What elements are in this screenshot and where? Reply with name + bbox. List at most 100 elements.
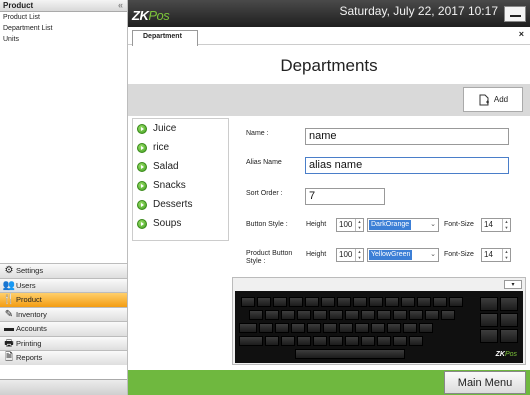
keyboard-spacebar[interactable] [295,349,405,359]
sort-order-field[interactable]: 7 [305,188,385,205]
sidebar-link-product-list[interactable]: Product List [0,12,127,23]
collapse-sidebar-icon[interactable]: « [118,0,123,10]
keyboard-key[interactable] [339,323,353,333]
keyboard-key[interactable] [361,310,375,320]
alias-name-field[interactable]: alias name [305,157,509,174]
list-item[interactable]: Salad [133,157,228,176]
keyboard-key[interactable] [281,310,295,320]
tab-department[interactable]: Department [132,30,198,46]
product-color-select[interactable]: YellowGreen ⌄ [367,248,439,262]
keyboard-nav-key[interactable] [480,313,498,327]
name-field[interactable]: name [305,128,509,145]
keyboard-key[interactable] [265,310,279,320]
list-item[interactable]: Juice [133,119,228,138]
keyboard-nav-key[interactable] [500,313,518,327]
keyboard-key[interactable] [353,297,367,307]
keyboard-key[interactable] [441,310,455,320]
list-item[interactable]: Desserts [133,195,228,214]
keyboard-key[interactable] [419,323,433,333]
stepper-arrows-icon[interactable]: ▲ ▼ [502,219,510,231]
keyboard-key[interactable] [337,297,351,307]
app-window: Product « Product List Department List U… [0,0,530,395]
stepper-arrows-icon[interactable]: ▲ ▼ [502,249,510,261]
nav-item-reports[interactable]: 🗎 Reports [0,350,127,365]
keyboard-key[interactable] [297,336,311,346]
users-icon: 👥 [2,279,16,291]
keyboard-key[interactable] [273,297,287,307]
add-button[interactable]: Add [463,87,523,112]
stepper-arrows-icon[interactable]: ▲ ▼ [355,219,363,231]
list-item[interactable]: Soups [133,214,228,233]
keyboard-key[interactable] [313,310,327,320]
nav-item-settings[interactable]: ⚙ Settings [0,263,127,278]
keyboard-nav-key[interactable] [480,329,498,343]
keyboard-key[interactable] [433,297,447,307]
keyboard-key[interactable] [289,297,303,307]
keyboard-key[interactable] [449,297,463,307]
sidebar-link-department-list[interactable]: Department List [0,23,127,34]
keyboard-key[interactable] [393,336,407,346]
keyboard-nav-key[interactable] [500,297,518,311]
keyboard-key[interactable] [403,323,417,333]
keyboard-key[interactable] [257,297,271,307]
keyboard-key[interactable] [291,323,305,333]
keyboard-key[interactable] [321,297,335,307]
keyboard-key[interactable] [345,310,359,320]
keyboard-key[interactable] [307,323,321,333]
keyboard-key[interactable] [377,310,391,320]
keyboard-key[interactable] [369,297,383,307]
keyboard-key[interactable] [417,297,431,307]
keyboard-key[interactable] [345,336,359,346]
list-item[interactable]: rice [133,138,228,157]
keyboard-key[interactable] [329,310,343,320]
keyboard-key[interactable] [239,323,257,333]
keyboard-key[interactable] [387,323,401,333]
minimize-icon [510,15,521,17]
department-list: Juice rice Salad Snacks Desserts Soups [132,118,229,241]
keyboard-key[interactable] [259,323,273,333]
nav-item-users[interactable]: 👥 Users [0,277,127,292]
product-height-stepper[interactable]: 100 ▲ ▼ [336,248,364,262]
button-color-select[interactable]: DarkOrange ⌄ [367,218,439,232]
keyboard-key[interactable] [239,336,263,346]
keyboard-key[interactable] [323,323,337,333]
keyboard-key[interactable] [313,336,327,346]
list-item[interactable]: Snacks [133,176,228,195]
stepper-arrows-icon[interactable]: ▲ ▼ [355,249,363,261]
nav-item-printing[interactable]: 🖶 Printing [0,335,127,350]
nav-item-accounts[interactable]: ▬ Accounts [0,321,127,336]
font-size-label: Font-Size [444,221,474,228]
keyboard-nav-key[interactable] [480,297,498,311]
minimize-button[interactable] [504,6,526,22]
keyboard-key[interactable] [425,310,439,320]
keyboard-key[interactable] [241,297,255,307]
keyboard-key[interactable] [393,310,407,320]
keyboard-key[interactable] [409,336,423,346]
keyboard-key[interactable] [377,336,391,346]
keyboard-key[interactable] [355,323,369,333]
keyboard-key[interactable] [329,336,343,346]
keyboard-key[interactable] [297,310,311,320]
keyboard-toggle-icon[interactable]: ▾ [504,280,522,289]
keyboard-key[interactable] [401,297,415,307]
nav-item-inventory[interactable]: ✎ Inventory [0,306,127,321]
nav-item-product[interactable]: 🍴 Product [0,292,127,307]
keyboard-nav-key[interactable] [500,329,518,343]
main-menu-button[interactable]: Main Menu [444,371,526,394]
button-height-stepper[interactable]: 100 ▲ ▼ [336,218,364,232]
product-font-size-stepper[interactable]: 14 ▲ ▼ [481,248,511,262]
close-tab-icon[interactable]: × [519,29,524,39]
button-font-size-stepper[interactable]: 14 ▲ ▼ [481,218,511,232]
keyboard-key[interactable] [409,310,423,320]
keyboard-key[interactable] [275,323,289,333]
keyboard-key[interactable] [265,336,279,346]
keyboard-key[interactable] [281,336,295,346]
keyboard-key[interactable] [249,310,263,320]
keyboard-key[interactable] [371,323,385,333]
nav-item-label: Accounts [16,324,47,334]
sidebar-link-units[interactable]: Units [0,34,127,45]
keyboard-key[interactable] [305,297,319,307]
keyboard-key[interactable] [361,336,375,346]
keyboard-key[interactable] [385,297,399,307]
product-button-style-label: Product Button Style : [246,250,293,265]
